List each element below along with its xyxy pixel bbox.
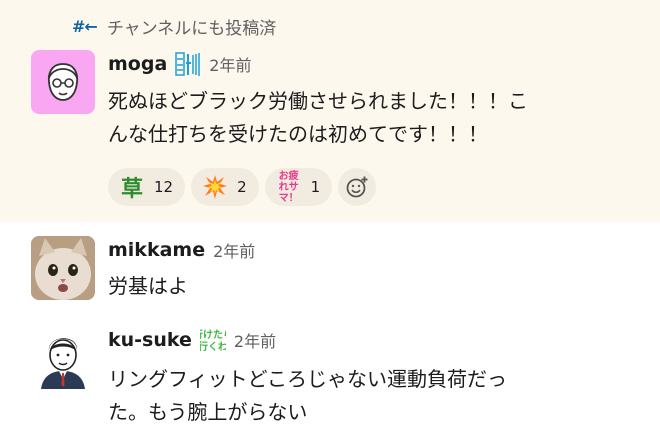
also-sent-to-channel[interactable]: #← チャンネルにも投稿済 [72, 13, 276, 39]
svg-text:行けたら: 行けたら [200, 328, 226, 341]
message-line: 死ぬほどブラック労働させられました！！！こ [108, 89, 528, 113]
message-line: 労基はよ [108, 274, 188, 298]
channel-arrow-icon: #← [72, 16, 98, 36]
timestamp[interactable]: 2年前 [209, 52, 251, 76]
reaction-count: 12 [154, 178, 174, 196]
add-reaction-button[interactable] [338, 168, 377, 206]
reaction-kusa[interactable]: 草 12 [108, 168, 186, 206]
avatar-mikkame[interactable] [31, 236, 95, 300]
message-text: 死ぬほどブラック労働させられました！！！こ んな仕打ちを受けたのは初めてです！！… [108, 85, 528, 151]
kusa-emoji-icon: 草 [120, 177, 143, 202]
timestamp[interactable]: 2年前 [234, 328, 276, 352]
avatar-moga[interactable] [31, 50, 95, 114]
reaction-count: 1 [310, 178, 321, 196]
message-line: んな仕打ちを受けたのは初めてです！！！ [108, 122, 488, 146]
also-sent-label: チャンネルにも投稿済 [106, 18, 277, 39]
timestamp[interactable]: 2年前 [213, 238, 255, 262]
otsukaresama-emoji-icon: お疲れサマ！ [278, 170, 299, 204]
reaction-collision[interactable]: 2 [191, 168, 259, 206]
svg-text:行くわ: 行くわ [200, 340, 226, 353]
author-name[interactable]: moga [108, 53, 167, 75]
status-emoji-icon [175, 51, 201, 77]
reaction-otsukaresama[interactable]: お疲れサマ！ 1 [264, 168, 333, 206]
add-emoji-icon [346, 176, 368, 198]
author-name[interactable]: mikkame [108, 239, 205, 261]
status-emoji-icon: 行けたら 行くわ [192, 327, 233, 353]
author-name[interactable]: ku-suke [108, 329, 192, 351]
avatar-ku-suke[interactable] [31, 325, 95, 389]
message-line: リングフィットどころじゃない運動負荷だっ [108, 367, 507, 391]
message-text: リングフィットどころじゃない運動負荷だっ た。もう腕上がらない [108, 363, 507, 429]
reaction-bar: 草 12 2 お疲れサマ！ 1 [108, 168, 377, 206]
reaction-count: 2 [237, 178, 247, 196]
message-line: た。もう腕上がらない [108, 400, 308, 424]
message-text: 労基はよ [108, 270, 188, 303]
collision-icon [201, 173, 229, 201]
